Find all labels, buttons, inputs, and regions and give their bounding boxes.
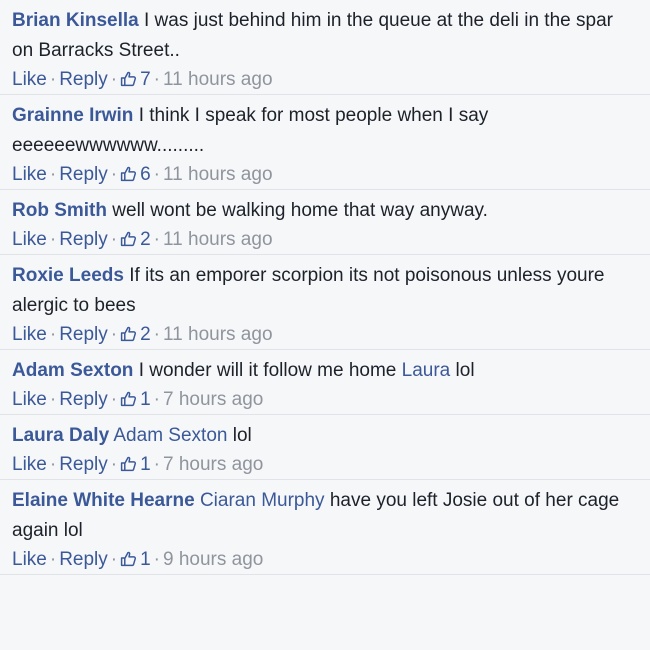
comment-author[interactable]: Elaine White Hearne: [12, 490, 195, 511]
comment: Brian Kinsella I was just behind him in …: [0, 0, 650, 95]
like-count[interactable]: 1: [120, 454, 151, 475]
like-count-value: 6: [140, 164, 151, 185]
comment: Rob Smith well wont be walking home that…: [0, 190, 650, 255]
separator-dot: ·: [49, 69, 57, 90]
comment-timestamp[interactable]: 7 hours ago: [163, 454, 263, 475]
comment-actions: Like · Reply · 7 · 11 hours ago: [12, 66, 638, 94]
separator-dot: ·: [110, 324, 118, 345]
comment-list: Brian Kinsella I was just behind him in …: [0, 0, 650, 575]
comment-timestamp[interactable]: 11 hours ago: [163, 324, 273, 345]
comment-mention-inline[interactable]: Laura: [402, 360, 451, 381]
reply-button[interactable]: Reply: [59, 454, 108, 475]
like-button[interactable]: Like: [12, 69, 47, 90]
comment: Laura Daly Adam Sexton lol Like · Reply · 1 ·…: [0, 415, 650, 480]
separator-dot: ·: [153, 389, 160, 410]
like-count-value: 2: [140, 229, 151, 250]
comment: Elaine White Hearne Ciaran Murphy have y…: [0, 480, 650, 575]
comment-body: Roxie Leeds If its an emporer scorpion i…: [12, 261, 638, 321]
comment: Grainne Irwin I think I speak for most p…: [0, 95, 650, 190]
comment-body: Laura Daly Adam Sexton lol: [12, 421, 638, 451]
reply-button[interactable]: Reply: [59, 549, 108, 570]
separator-dot: ·: [49, 324, 57, 345]
comment-timestamp[interactable]: 9 hours ago: [163, 549, 263, 570]
like-count-value: 2: [140, 324, 151, 345]
comment-actions: Like · Reply · 1 · 9 hours ago: [12, 546, 638, 574]
like-count[interactable]: 1: [120, 549, 151, 570]
separator-dot: ·: [49, 549, 57, 570]
separator-dot: ·: [153, 229, 160, 250]
comment-actions: Like · Reply · 1 · 7 hours ago: [12, 386, 638, 414]
like-button[interactable]: Like: [12, 164, 47, 185]
comment-timestamp[interactable]: 11 hours ago: [163, 229, 273, 250]
separator-dot: ·: [49, 389, 57, 410]
reply-button[interactable]: Reply: [59, 229, 108, 250]
separator-dot: ·: [153, 324, 160, 345]
reply-button[interactable]: Reply: [59, 69, 108, 90]
comment-mention[interactable]: Ciaran Murphy: [195, 490, 325, 511]
like-count[interactable]: 2: [120, 229, 151, 250]
like-count[interactable]: 1: [120, 389, 151, 410]
comment-author[interactable]: Grainne Irwin: [12, 105, 133, 126]
like-count[interactable]: 7: [120, 69, 151, 90]
comment-author[interactable]: Laura Daly: [12, 425, 109, 446]
comment-author[interactable]: Rob Smith: [12, 200, 107, 221]
like-button[interactable]: Like: [12, 389, 47, 410]
separator-dot: ·: [49, 164, 57, 185]
comment-author[interactable]: Roxie Leeds: [12, 265, 124, 286]
comment-text: lol: [227, 425, 252, 446]
comment-timestamp[interactable]: 11 hours ago: [163, 69, 273, 90]
separator-dot: ·: [49, 454, 57, 475]
thumbs-up-icon: [120, 326, 137, 342]
thumbs-up-icon: [120, 231, 137, 247]
separator-dot: ·: [153, 69, 160, 90]
like-count-value: 1: [140, 389, 151, 410]
like-count-value: 1: [140, 454, 151, 475]
comment-body: Rob Smith well wont be walking home that…: [12, 196, 638, 226]
separator-dot: ·: [110, 229, 118, 250]
comment-mention[interactable]: Adam Sexton: [109, 425, 227, 446]
separator-dot: ·: [110, 164, 118, 185]
like-count-value: 1: [140, 549, 151, 570]
thumbs-up-icon: [120, 166, 137, 182]
separator-dot: ·: [49, 229, 57, 250]
comment-body: Adam Sexton I wonder will it follow me h…: [12, 356, 638, 386]
like-count-value: 7: [140, 69, 151, 90]
comment-actions: Like · Reply · 1 · 7 hours ago: [12, 451, 638, 479]
comment-text-tail: lol: [450, 360, 475, 381]
separator-dot: ·: [153, 164, 160, 185]
like-button[interactable]: Like: [12, 229, 47, 250]
like-count[interactable]: 2: [120, 324, 151, 345]
reply-button[interactable]: Reply: [59, 324, 108, 345]
separator-dot: ·: [110, 454, 118, 475]
comment-actions: Like · Reply · 6 · 11 hours ago: [12, 161, 638, 189]
comment-author[interactable]: Adam Sexton: [12, 360, 133, 381]
separator-dot: ·: [153, 549, 160, 570]
comment-actions: Like · Reply · 2 · 11 hours ago: [12, 226, 638, 254]
comment: Roxie Leeds If its an emporer scorpion i…: [0, 255, 650, 350]
separator-dot: ·: [110, 389, 118, 410]
comment-text: I wonder will it follow me home: [133, 360, 402, 381]
comment-timestamp[interactable]: 11 hours ago: [163, 164, 273, 185]
thumbs-up-icon: [120, 71, 137, 87]
comment-author[interactable]: Brian Kinsella: [12, 10, 139, 31]
thumbs-up-icon: [120, 551, 137, 567]
comment-timestamp[interactable]: 7 hours ago: [163, 389, 263, 410]
like-button[interactable]: Like: [12, 549, 47, 570]
like-button[interactable]: Like: [12, 324, 47, 345]
like-button[interactable]: Like: [12, 454, 47, 475]
separator-dot: ·: [110, 549, 118, 570]
like-count[interactable]: 6: [120, 164, 151, 185]
thumbs-up-icon: [120, 456, 137, 472]
separator-dot: ·: [110, 69, 118, 90]
separator-dot: ·: [153, 454, 160, 475]
comment: Adam Sexton I wonder will it follow me h…: [0, 350, 650, 415]
reply-button[interactable]: Reply: [59, 389, 108, 410]
comment-body: Brian Kinsella I was just behind him in …: [12, 6, 638, 66]
thumbs-up-icon: [120, 391, 137, 407]
comment-body: Grainne Irwin I think I speak for most p…: [12, 101, 638, 161]
comment-body: Elaine White Hearne Ciaran Murphy have y…: [12, 486, 638, 546]
comment-actions: Like · Reply · 2 · 11 hours ago: [12, 321, 638, 349]
reply-button[interactable]: Reply: [59, 164, 108, 185]
comment-text: well wont be walking home that way anywa…: [107, 200, 488, 221]
